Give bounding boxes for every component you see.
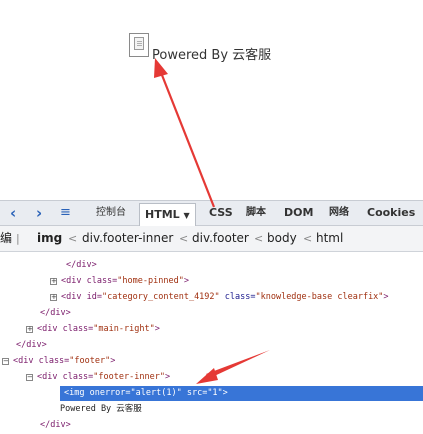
- powered-by-text: Powered By 云客服: [152, 48, 272, 63]
- devtools-toolbar: ‹ › ≡ 控制台 HTML ▼ CSS 脚本 DOM 网络 Cookies: [0, 200, 423, 226]
- breadcrumb-item-body[interactable]: body: [267, 226, 297, 251]
- chevron-left-icon: <: [68, 232, 78, 245]
- tree-text-node[interactable]: Powered By 云客服: [60, 402, 142, 417]
- tab-html[interactable]: HTML ▼: [139, 203, 196, 226]
- expand-icon[interactable]: +: [50, 278, 57, 285]
- chevron-left-icon: <: [254, 232, 264, 245]
- tab-net[interactable]: 网络: [329, 201, 349, 225]
- chevron-left-icon: <: [303, 232, 313, 245]
- tree-line[interactable]: </div>: [40, 418, 71, 433]
- breadcrumb-item-footer[interactable]: div.footer: [192, 226, 249, 251]
- tab-script[interactable]: 脚本: [246, 201, 266, 225]
- html-tree: </div> + <div class="home-pinned"> + <div …: [0, 252, 423, 434]
- collapse-icon[interactable]: −: [26, 374, 33, 381]
- tab-css[interactable]: CSS: [209, 201, 233, 225]
- breadcrumb-item-footer-inner[interactable]: div.footer-inner: [82, 226, 173, 251]
- chevron-left-icon: <: [179, 232, 189, 245]
- tree-line-selected[interactable]: <img onerror="alert(1)" src="1">: [60, 386, 423, 401]
- tree-line[interactable]: </div>: [40, 306, 71, 321]
- breadcrumb-edit[interactable]: 编: [0, 226, 12, 251]
- tree-line[interactable]: + <div class="main-right">: [26, 322, 160, 337]
- chevron-down-icon: ▼: [183, 211, 190, 220]
- expand-icon[interactable]: +: [50, 294, 57, 301]
- tree-line[interactable]: − <div class="footer">: [2, 354, 115, 369]
- tree-line[interactable]: </div>: [66, 258, 97, 273]
- breadcrumb: 编 | img < div.footer-inner < div.footer …: [0, 226, 423, 252]
- tree-line[interactable]: − <div class="footer-inner">: [26, 370, 170, 385]
- page-preview: Powered By 云客服: [0, 0, 423, 196]
- breadcrumb-separator: |: [16, 232, 20, 245]
- forward-arrow-icon[interactable]: ›: [36, 201, 42, 225]
- back-arrow-icon[interactable]: ‹: [10, 201, 16, 225]
- tab-console[interactable]: 控制台: [96, 201, 126, 225]
- breadcrumb-item-html[interactable]: html: [316, 226, 343, 251]
- tree-line[interactable]: + <div class="home-pinned">: [50, 274, 189, 289]
- tab-dom[interactable]: DOM: [284, 201, 313, 225]
- broken-image-icon: [129, 33, 149, 57]
- tab-cookies[interactable]: Cookies: [367, 201, 415, 225]
- step-icon[interactable]: ≡: [60, 201, 71, 225]
- collapse-icon[interactable]: −: [2, 358, 9, 365]
- expand-icon[interactable]: +: [26, 326, 33, 333]
- tree-line[interactable]: </div>: [16, 338, 47, 353]
- tab-html-label: HTML: [145, 208, 180, 221]
- breadcrumb-item-img[interactable]: img: [37, 226, 62, 251]
- tree-line[interactable]: + <div id="category_content_4192" class="…: [50, 290, 389, 305]
